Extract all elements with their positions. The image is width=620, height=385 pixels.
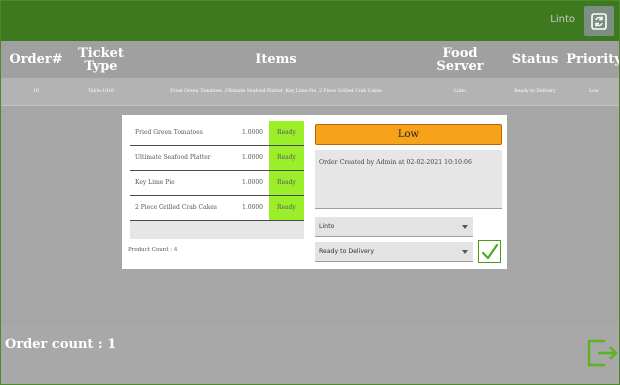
item-status-button[interactable]: Ready [269, 196, 304, 220]
checkmark-icon [481, 243, 498, 259]
order-detail-dialog: Fried Green Tomatoes 1.0000 Ready Ultima… [122, 115, 507, 269]
item-status-button[interactable]: Ready [269, 146, 304, 170]
item-name: Ultimate Seafood Platter [135, 154, 211, 161]
cell-items: Fried Green Tomatoes ,Ultimate Seafood P… [170, 89, 382, 94]
item-name: 2 Piece Grilled Crab Cakes [135, 204, 217, 211]
order-items-list: Fried Green Tomatoes 1.0000 Ready Ultima… [130, 121, 304, 239]
status-select[interactable]: Ready to Delivery [315, 242, 473, 262]
confirm-button[interactable] [478, 240, 501, 263]
cell-server: Linto [453, 89, 467, 94]
server-select[interactable]: Linto [315, 217, 473, 237]
list-item[interactable]: 2 Piece Grilled Crab Cakes 1.0000 Ready [130, 196, 304, 221]
order-count: Order count : 1 [5, 337, 117, 352]
status-select-value: Ready to Delivery [319, 248, 375, 255]
item-name: Fried Green Tomatoes [135, 129, 203, 136]
exit-icon[interactable] [583, 335, 619, 371]
item-qty: 1.0000 [242, 179, 263, 186]
item-qty: 1.0000 [242, 204, 263, 211]
item-qty: 1.0000 [242, 154, 263, 161]
product-count: Product Count : 4 [128, 247, 178, 253]
item-name: Key Lime Pie [135, 179, 175, 186]
cell-ticket: Table:1016 [88, 89, 114, 94]
item-status-button[interactable]: Ready [269, 121, 304, 145]
header-ticket-type: Ticket Type [78, 45, 124, 74]
priority-button[interactable]: Low [315, 124, 502, 145]
cell-status: Ready to Delivery [514, 89, 556, 94]
list-item[interactable]: Fried Green Tomatoes 1.0000 Ready [130, 121, 304, 146]
header-status: Status [511, 52, 559, 67]
refresh-icon [591, 13, 607, 30]
chevron-down-icon [462, 250, 468, 254]
item-status-button[interactable]: Ready [269, 171, 304, 195]
footer-bar: Order count : 1 [1, 323, 619, 384]
app-frame: Linto Order# Ticket Type Items Food Serv… [0, 0, 620, 385]
order-note-text: Order Created by Admin at 02-02-2021 10:… [319, 159, 472, 166]
header-food-server: Food Server [436, 45, 484, 74]
item-qty: 1.0000 [242, 129, 263, 136]
refresh-button[interactable] [584, 6, 614, 36]
table-row[interactable]: 10 Table:1016 Fried Green Tomatoes ,Ulti… [1, 78, 619, 106]
server-select-value: Linto [319, 223, 335, 230]
current-user-label: Linto [550, 14, 575, 25]
header-order: Order# [9, 52, 63, 67]
header-items: Items [255, 52, 297, 67]
order-note: Order Created by Admin at 02-02-2021 10:… [315, 150, 502, 209]
table-header: Order# Ticket Type Items Food Server Sta… [1, 41, 619, 78]
cell-priority: Low [589, 89, 599, 94]
chevron-down-icon [462, 225, 468, 229]
list-item[interactable]: Ultimate Seafood Platter 1.0000 Ready [130, 146, 304, 171]
top-bar: Linto [1, 1, 619, 41]
header-priority: Priority [566, 52, 620, 67]
list-item[interactable]: Key Lime Pie 1.0000 Ready [130, 171, 304, 196]
cell-order: 10 [33, 89, 39, 94]
